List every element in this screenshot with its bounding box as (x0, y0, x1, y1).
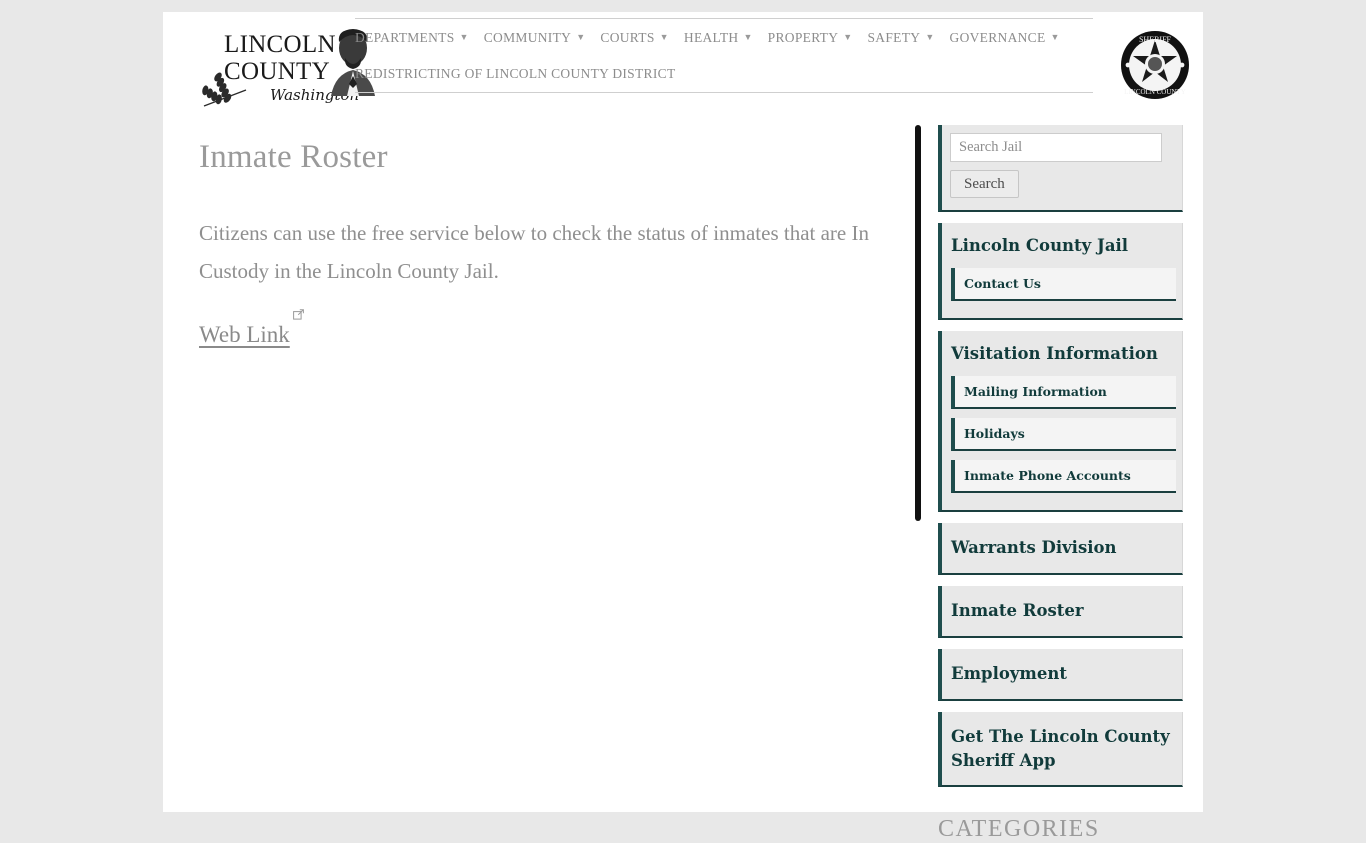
intro-paragraph: Citizens can use the free service below … (199, 221, 869, 283)
sidebar-item-inmate-phone-accounts[interactable]: Inmate Phone Accounts (951, 459, 1176, 493)
nav-item-health[interactable]: HEALTH ▼ (684, 30, 753, 46)
nav-secondary-row: REDISTRICTING OF LINCOLN COUNTY DISTRICT (355, 56, 1093, 92)
site-header: LINCOLN COUNTY Washington DEPARTMENTS ▼ (163, 12, 1203, 115)
nav-label: DEPARTMENTS (355, 29, 455, 45)
sidebar-menu-sheriff-app: Get The Lincoln County Sheriff App (938, 711, 1183, 788)
nav-item-safety[interactable]: SAFETY ▼ (868, 30, 935, 46)
web-link-row: Web Link (199, 309, 889, 348)
chevron-down-icon: ▼ (459, 32, 469, 42)
nav-primary-row: DEPARTMENTS ▼ COMMUNITY ▼ COURTS ▼ HEALT… (355, 19, 1093, 56)
nav-item-departments[interactable]: DEPARTMENTS ▼ (355, 30, 469, 46)
nav-divider-bottom (355, 92, 1093, 93)
nav-item-community[interactable]: COMMUNITY ▼ (484, 30, 586, 46)
sidebar-submenu: Mailing Information Holidays Inmate Phon… (942, 375, 1182, 493)
sidebar-menu-title[interactable]: Employment (942, 649, 1182, 699)
sidebar-submenu: Contact Us (942, 267, 1182, 301)
nav-label: GOVERNANCE (949, 29, 1046, 45)
sidebar-menu-title[interactable]: Warrants Division (942, 523, 1182, 573)
sidebar-menu-visitation-information: Visitation Information Mailing Informati… (938, 330, 1183, 512)
chevron-down-icon: ▼ (925, 32, 935, 42)
nav-item-governance[interactable]: GOVERNANCE ▼ (950, 30, 1060, 46)
search-input[interactable] (950, 133, 1162, 162)
web-link-label: Web Link (199, 322, 290, 347)
nav-item-courts[interactable]: COURTS ▼ (600, 30, 668, 46)
sidebar-menu-title[interactable]: Inmate Roster (942, 586, 1182, 636)
sheriff-badge-icon[interactable]: SHERIFF LINCOLN COUNTY (1120, 30, 1190, 100)
sidebar-menu-title[interactable]: Visitation Information (942, 331, 1182, 376)
categories-heading: CATEGORIES (938, 816, 1100, 843)
external-link-icon (292, 309, 304, 320)
nav-item-redistricting[interactable]: REDISTRICTING OF LINCOLN COUNTY DISTRICT (355, 66, 676, 82)
sidebar-menu-warrants-division: Warrants Division (938, 522, 1183, 575)
svg-text:LINCOLN COUNTY: LINCOLN COUNTY (1124, 88, 1186, 96)
sidebar-menu-lincoln-county-jail: Lincoln County Jail Contact Us (938, 223, 1183, 320)
sidebar-item-holidays[interactable]: Holidays (951, 417, 1176, 451)
nav-label: COURTS (600, 29, 655, 45)
site-container: LINCOLN COUNTY Washington DEPARTMENTS ▼ (163, 12, 1203, 842)
nav-label: REDISTRICTING OF LINCOLN COUNTY DISTRICT (355, 66, 676, 81)
sidebar-item-mailing-information[interactable]: Mailing Information (951, 375, 1176, 409)
chevron-down-icon: ▼ (576, 32, 586, 42)
nav-label: HEALTH (683, 29, 739, 45)
page-scrollbar-thumb[interactable] (915, 125, 921, 521)
sidebar-menu-title[interactable]: Lincoln County Jail (942, 223, 1182, 268)
jail-search-widget: Search (938, 125, 1183, 212)
sidebar-menu-employment: Employment (938, 648, 1183, 701)
nav-label: COMMUNITY (483, 29, 572, 45)
sidebar-menu-title[interactable]: Get The Lincoln County Sheriff App (942, 712, 1182, 786)
svg-text:SHERIFF: SHERIFF (1139, 35, 1172, 44)
main-navigation: DEPARTMENTS ▼ COMMUNITY ▼ COURTS ▼ HEALT… (355, 18, 1093, 93)
nav-label: SAFETY (867, 29, 921, 45)
page-title: Inmate Roster (199, 139, 388, 175)
nav-label: PROPERTY (767, 29, 839, 45)
site-logo[interactable]: LINCOLN COUNTY Washington (196, 20, 375, 112)
web-link[interactable]: Web Link (199, 309, 304, 348)
nav-item-property[interactable]: PROPERTY ▼ (768, 30, 853, 46)
chevron-down-icon: ▼ (843, 32, 853, 42)
page-body: Inmate Roster Citizens can use the free … (163, 115, 1203, 842)
sidebar-menu-inmate-roster: Inmate Roster (938, 585, 1183, 638)
search-button[interactable]: Search (950, 170, 1019, 198)
chevron-down-icon: ▼ (743, 32, 753, 42)
chevron-down-icon: ▼ (1050, 32, 1060, 42)
sidebar-item-contact-us[interactable]: Contact Us (951, 267, 1176, 301)
main-content: Inmate Roster Citizens can use the free … (199, 125, 889, 348)
sidebar: Search Lincoln County Jail Contact Us Vi… (915, 125, 1183, 843)
chevron-down-icon: ▼ (659, 32, 669, 42)
